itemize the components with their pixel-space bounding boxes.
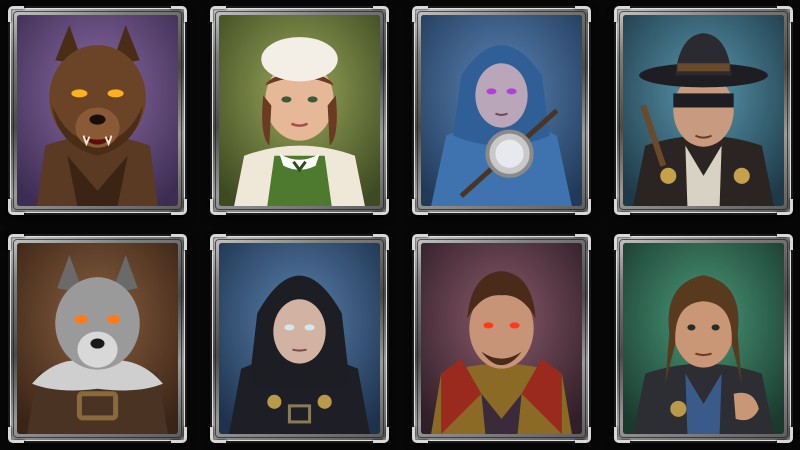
werewolf-brown-portrait	[17, 15, 178, 206]
character-card-blue-hooded-mage[interactable]	[412, 6, 591, 215]
hunter-hat-portrait	[623, 15, 784, 206]
noble-icon	[421, 243, 582, 434]
ranger-man-portrait	[623, 243, 784, 434]
character-card-vampire-noble[interactable]	[412, 234, 591, 443]
ranger-icon	[623, 243, 784, 434]
hunter-icon	[623, 15, 784, 206]
hooded-rogue-portrait	[219, 243, 380, 434]
character-card-werewolf-grey[interactable]	[8, 234, 187, 443]
vampire-noble-portrait	[421, 243, 582, 434]
village-maid-portrait	[219, 15, 380, 206]
character-card-ranger-man[interactable]	[614, 234, 793, 443]
maid-icon	[219, 15, 380, 206]
mage-icon	[421, 15, 582, 206]
werewolf-grey-portrait	[17, 243, 178, 434]
rogue-icon	[219, 243, 380, 434]
character-card-werewolf-brown[interactable]	[8, 6, 187, 215]
character-card-hooded-rogue[interactable]	[210, 234, 389, 443]
blue-hooded-mage-portrait	[421, 15, 582, 206]
character-card-village-maid[interactable]	[210, 6, 389, 215]
werewolf-icon	[17, 15, 178, 206]
grey-werewolf-icon	[17, 243, 178, 434]
character-card-hunter-hat[interactable]	[614, 6, 793, 215]
